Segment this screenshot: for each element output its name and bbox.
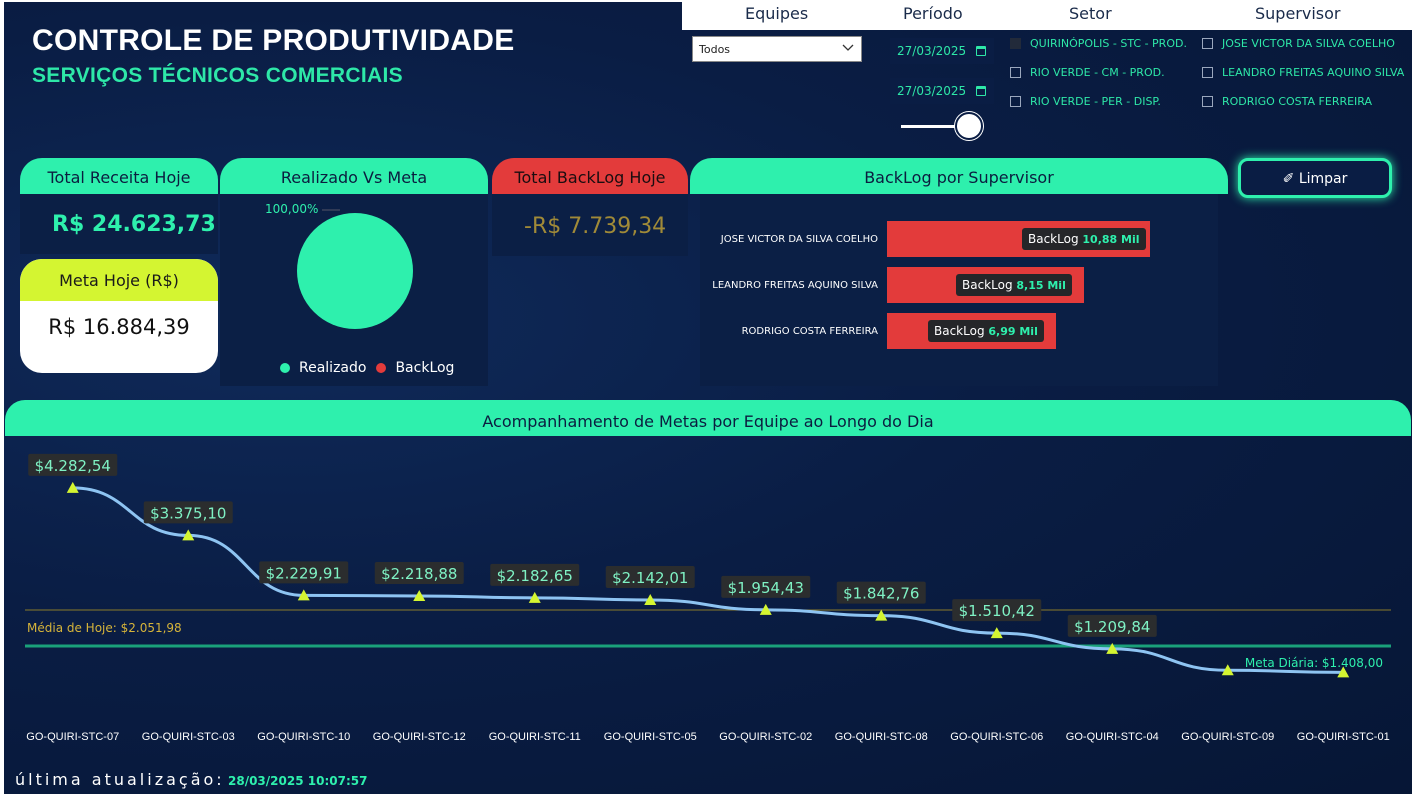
- legend-realizado-dot: [280, 363, 290, 373]
- x-tick-label: GO-QUIRI-STC-06: [950, 731, 1043, 743]
- equipes-dropdown[interactable]: Todos: [692, 36, 862, 62]
- x-tick-label: GO-QUIRI-STC-11: [489, 731, 581, 743]
- calendar-icon[interactable]: [976, 86, 986, 96]
- backlog-bar-data-label: BackLog 8,15 Mil: [956, 274, 1072, 296]
- calendar-icon[interactable]: [976, 46, 986, 56]
- data-label: $2.182,65: [497, 567, 573, 585]
- equipes-dropdown-value: Todos: [699, 43, 731, 56]
- data-label: $1.209,84: [1074, 618, 1150, 636]
- backlog-bar-label: LEANDRO FREITAS AQUINO SILVA: [712, 280, 878, 291]
- realizado-pie-chart: [297, 209, 413, 329]
- realizado-pct-label: 100,00%: [265, 202, 319, 216]
- chevron-down-icon: [842, 44, 854, 51]
- setor-option-label: QUIRINÓPOLIS - STC - PROD.: [1030, 37, 1187, 50]
- realizado-card-header: Realizado Vs Meta: [220, 158, 488, 194]
- eraser-icon: ✐: [1282, 171, 1295, 187]
- legend-realizado-label: Realizado: [299, 360, 367, 376]
- date-end-value: 27/03/2025: [897, 84, 967, 98]
- date-end-input[interactable]: 27/03/2025: [890, 78, 994, 104]
- receita-value: R$ 24.623,73: [52, 212, 216, 237]
- page-subtitle: SERVIÇOS TÉCNICOS COMERCIAIS: [32, 64, 403, 87]
- x-tick-label: GO-QUIRI-STC-01: [1297, 731, 1390, 743]
- meta-card-header: Meta Hoje (R$): [20, 259, 218, 301]
- data-label: $2.218,88: [381, 565, 457, 583]
- supervisor-option[interactable]: RODRIGO COSTA FERREIRA: [1202, 95, 1372, 108]
- meta-value: R$ 16.884,39: [48, 315, 190, 339]
- x-tick-label: GO-QUIRI-STC-07: [26, 731, 119, 743]
- supervisor-option[interactable]: LEANDRO FREITAS AQUINO SILVA: [1202, 66, 1404, 79]
- backlog-bar-data-label: BackLog 10,88 Mil: [1022, 228, 1146, 250]
- data-label: $1.510,42: [959, 602, 1035, 620]
- x-tick-label: GO-QUIRI-STC-12: [373, 731, 466, 743]
- setor-option-label: RIO VERDE - PER - DISP.: [1030, 95, 1161, 108]
- supervisor-option-label: RODRIGO COSTA FERREIRA: [1222, 95, 1373, 108]
- reference-line-label: Meta Diária: $1.408,00: [1245, 656, 1383, 670]
- data-label: $2.229,91: [266, 564, 342, 582]
- supervisor-option[interactable]: JOSE VICTOR DA SILVA COELHO: [1202, 37, 1395, 50]
- x-tick-label: GO-QUIRI-STC-08: [835, 731, 928, 743]
- x-tick-label: GO-QUIRI-STC-09: [1181, 731, 1274, 743]
- pie-slice-realizado[interactable]: [297, 213, 413, 329]
- x-tick-label: GO-QUIRI-STC-04: [1066, 731, 1159, 743]
- backlog-supervisor-header: BackLog por Supervisor: [690, 158, 1228, 194]
- periodo-filter-label: Período: [903, 4, 963, 23]
- setor-option[interactable]: RIO VERDE - PER - DISP.: [1010, 95, 1161, 108]
- last-update-value: 28/03/2025 10:07:57: [228, 774, 368, 788]
- setor-checkbox[interactable]: [1010, 38, 1021, 49]
- supervisor-checkbox[interactable]: [1202, 38, 1213, 49]
- backlog-bar-data-label: BackLog 6,99 Mil: [928, 320, 1044, 342]
- limpar-button[interactable]: ✐ Limpar: [1238, 158, 1392, 198]
- supervisor-filter-label: Supervisor: [1255, 4, 1341, 23]
- x-tick-label: GO-QUIRI-STC-05: [604, 731, 697, 743]
- setor-option-label: RIO VERDE - CM - PROD.: [1030, 66, 1165, 79]
- data-label: $2.142,01: [612, 569, 688, 587]
- pie-legend: Realizado BackLog: [280, 360, 454, 376]
- setor-checkbox[interactable]: [1010, 96, 1021, 107]
- legend-backlog-label: BackLog: [395, 360, 455, 376]
- supervisor-option-label: LEANDRO FREITAS AQUINO SILVA: [1222, 66, 1405, 79]
- meta-card: Meta Hoje (R$) R$ 16.884,39: [20, 259, 218, 373]
- data-label: $3.375,10: [150, 504, 226, 522]
- data-label: $1.954,43: [728, 579, 804, 597]
- date-slider-handle[interactable]: [955, 112, 983, 140]
- x-tick-label: GO-QUIRI-STC-02: [719, 731, 812, 743]
- date-start-input[interactable]: 27/03/2025: [890, 38, 994, 64]
- supervisor-checkbox[interactable]: [1202, 96, 1213, 107]
- backlog-bar-label: JOSE VICTOR DA SILVA COELHO: [720, 234, 878, 245]
- date-start-value: 27/03/2025: [897, 44, 967, 58]
- setor-checkbox[interactable]: [1010, 67, 1021, 78]
- data-label: $1.842,76: [843, 585, 919, 603]
- legend-backlog-dot: [376, 363, 387, 373]
- receita-card-header: Total Receita Hoje: [20, 158, 218, 194]
- reference-line-label: Média de Hoje: $2.051,98: [27, 621, 182, 635]
- supervisor-checkbox[interactable]: [1202, 67, 1213, 78]
- backlog-card-header: Total BackLog Hoje: [492, 158, 688, 194]
- x-tick-label: GO-QUIRI-STC-03: [142, 731, 235, 743]
- chart-title: Acompanhamento de Metas por Equipe ao Lo…: [5, 400, 1411, 436]
- setor-option[interactable]: QUIRINÓPOLIS - STC - PROD.: [1010, 37, 1187, 50]
- backlog-value: -R$ 7.739,34: [524, 214, 667, 239]
- page-title: CONTROLE DE PRODUTIVIDADE: [32, 24, 515, 57]
- x-tick-label: GO-QUIRI-STC-10: [257, 731, 350, 743]
- last-update-label: última atualização:: [15, 770, 225, 789]
- backlog-bar-label: RODRIGO COSTA FERREIRA: [741, 326, 878, 337]
- equipes-filter-label: Equipes: [745, 4, 809, 23]
- setor-option[interactable]: RIO VERDE - CM - PROD.: [1010, 66, 1165, 79]
- data-label: $4.282,54: [35, 457, 111, 475]
- metas-line-chart: Média de Hoje: $2.051,98 Meta Diária: $1.…: [25, 453, 1391, 743]
- limpar-label: Limpar: [1298, 171, 1348, 187]
- supervisor-option-label: JOSE VICTOR DA SILVA COELHO: [1222, 37, 1395, 50]
- setor-filter-label: Setor: [1069, 4, 1112, 23]
